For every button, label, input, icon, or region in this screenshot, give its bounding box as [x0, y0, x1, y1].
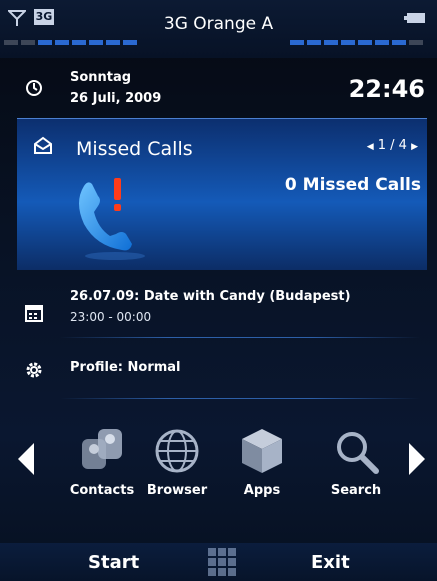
- start-softkey[interactable]: Start: [88, 552, 139, 573]
- pager-next-icon[interactable]: ▶: [411, 142, 418, 152]
- signal-strength-bar: [4, 40, 137, 45]
- appointment-title[interactable]: 26.07.09: Date with Candy (Budapest): [70, 289, 351, 304]
- appointment-time: 23:00 - 00:00: [70, 310, 152, 324]
- envelope-icon: [34, 136, 52, 154]
- app-contacts[interactable]: Contacts: [67, 425, 137, 498]
- app-browser[interactable]: Browser: [142, 425, 212, 498]
- day-name: Sonntag: [70, 70, 132, 85]
- pager-text: 1 / 4: [377, 138, 407, 153]
- time-display: 22:46: [348, 75, 425, 103]
- missed-calls-count: 0 Missed Calls: [284, 175, 421, 195]
- app-label: Apps: [243, 483, 281, 498]
- date-text: 26 Juli, 2009: [70, 91, 162, 106]
- clock-icon: [26, 80, 42, 96]
- magnifier-icon: [337, 432, 379, 474]
- divider: [60, 398, 420, 399]
- app-search[interactable]: Search: [321, 425, 391, 498]
- card-pager[interactable]: ◀ 1 / 4 ▶: [367, 138, 418, 153]
- exit-softkey[interactable]: Exit: [311, 552, 350, 573]
- phone-missed-icon: [79, 178, 145, 260]
- calendar-icon: [25, 305, 43, 322]
- missed-calls-title: Missed Calls: [76, 138, 193, 160]
- home-screen: 3G 3G Orange A Sonntag 26 Juli, 2009 22:…: [0, 0, 437, 581]
- battery-level-bar: [290, 40, 423, 45]
- scroll-right-arrow-icon[interactable]: [409, 443, 425, 475]
- contacts-icon: [82, 429, 122, 469]
- battery-icon: [404, 13, 425, 23]
- menu-grid-icon[interactable]: [208, 548, 238, 578]
- app-apps[interactable]: Apps: [227, 425, 297, 498]
- app-label: Browser: [146, 483, 208, 498]
- pager-prev-icon[interactable]: ◀: [367, 142, 374, 152]
- gear-icon: [26, 362, 42, 378]
- cube-icon: [242, 429, 282, 473]
- app-label: Contacts: [69, 483, 135, 498]
- operator-name: 3G Orange A: [163, 14, 274, 34]
- profile-label[interactable]: Profile: Normal: [70, 360, 181, 375]
- scroll-left-arrow-icon[interactable]: [18, 443, 34, 475]
- divider: [60, 337, 420, 338]
- globe-icon: [155, 429, 199, 473]
- app-label: Search: [330, 483, 382, 498]
